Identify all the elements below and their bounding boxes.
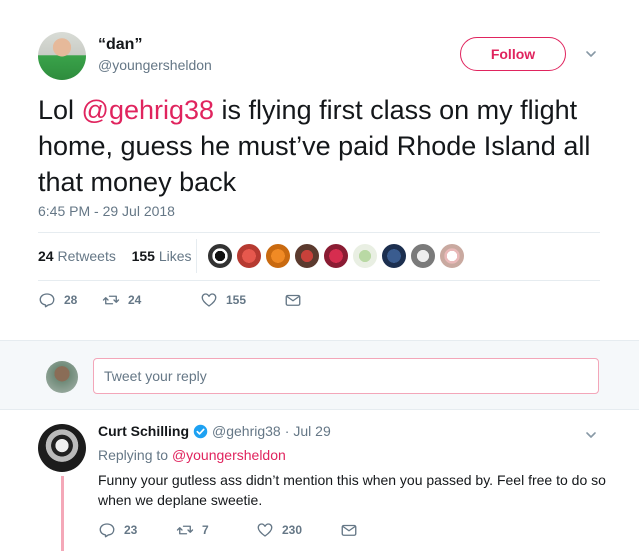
liker-avatar[interactable] [323,243,349,269]
retweet-action[interactable]: 24 [102,291,200,309]
reply-author-display-name[interactable]: Curt Schilling [98,423,189,439]
reply-input[interactable]: Tweet your reply [93,358,599,394]
reply-icon [99,523,115,538]
reply-composer: Tweet your reply [0,340,639,410]
avatar[interactable] [38,424,86,472]
liker-avatar[interactable] [439,243,465,269]
divider [38,232,600,233]
dm-action[interactable] [284,291,302,309]
liker-avatar[interactable] [294,243,320,269]
liker-avatar[interactable] [236,243,262,269]
tweet-actions: 28 24 155 [38,291,302,309]
avatar[interactable] [38,32,86,80]
retweet-action-count: 24 [128,293,142,307]
verified-badge-icon [193,424,208,438]
reply-action[interactable]: 28 [38,291,102,309]
reply-actions: 23 7 230 [98,521,358,539]
retweet-count[interactable]: 24 [38,248,54,264]
reply-action[interactable]: 23 [98,521,176,539]
thread-line [61,476,64,551]
heart-icon [257,523,273,537]
envelope-icon [341,524,357,536]
reply-icon [39,293,55,308]
retweet-action[interactable]: 7 [176,521,256,539]
author-display-name[interactable]: “dan” [98,36,142,54]
liker-avatar[interactable] [265,243,291,269]
like-action[interactable]: 230 [256,521,340,539]
replying-to: Replying to @youngersheldon [98,447,286,463]
tweet-text-start: Lol [38,95,82,125]
meta-separator: · [284,423,290,439]
liker-avatar[interactable] [381,243,407,269]
liker-avatars [196,239,468,273]
reply-author-handle[interactable]: @gehrig38 [212,423,281,439]
replying-to-handle[interactable]: @youngersheldon [172,447,286,463]
liker-avatar[interactable] [410,243,436,269]
main-tweet: “dan” @youngersheldon Follow Lol @gehrig… [0,0,639,340]
heart-icon [201,293,217,307]
liker-avatar[interactable] [352,243,378,269]
envelope-icon [285,294,301,306]
like-count[interactable]: 155 [132,248,155,264]
retweet-label[interactable]: Retweets [57,248,115,264]
like-action-count: 155 [226,293,247,307]
replying-to-label: Replying to [98,447,169,463]
retweet-icon [176,525,194,535]
like-label[interactable]: Likes [159,248,192,264]
follow-button[interactable]: Follow [460,37,566,71]
reply-count: 28 [64,293,78,307]
reply-date[interactable]: Jul 29 [293,423,330,439]
mention-link[interactable]: @gehrig38 [82,95,215,125]
retweet-icon [102,295,120,305]
tweet-stats: 24 Retweets 155 Likes [38,248,192,264]
tweet-timestamp[interactable]: 6:45 PM - 29 Jul 2018 [38,203,175,219]
like-action[interactable]: 155 [200,291,284,309]
reply-text: Funny your gutless ass didn’t mention th… [98,472,606,508]
reply-count: 23 [124,523,138,537]
author-handle[interactable]: @youngersheldon [98,57,212,73]
liker-avatar[interactable] [207,243,233,269]
dm-action[interactable] [340,521,358,539]
reply-tweet[interactable]: Curt Schilling @gehrig38 · Jul 29 Replyi… [0,410,639,551]
divider [38,280,600,281]
current-user-avatar [46,361,78,393]
chevron-down-icon[interactable] [584,47,598,61]
like-action-count: 230 [282,523,303,537]
retweet-action-count: 7 [202,523,209,537]
chevron-down-icon[interactable] [584,428,598,442]
tweet-text: Lol @gehrig38 is flying first class on m… [38,92,618,200]
reply-author-row: Curt Schilling @gehrig38 · Jul 29 [98,423,331,439]
